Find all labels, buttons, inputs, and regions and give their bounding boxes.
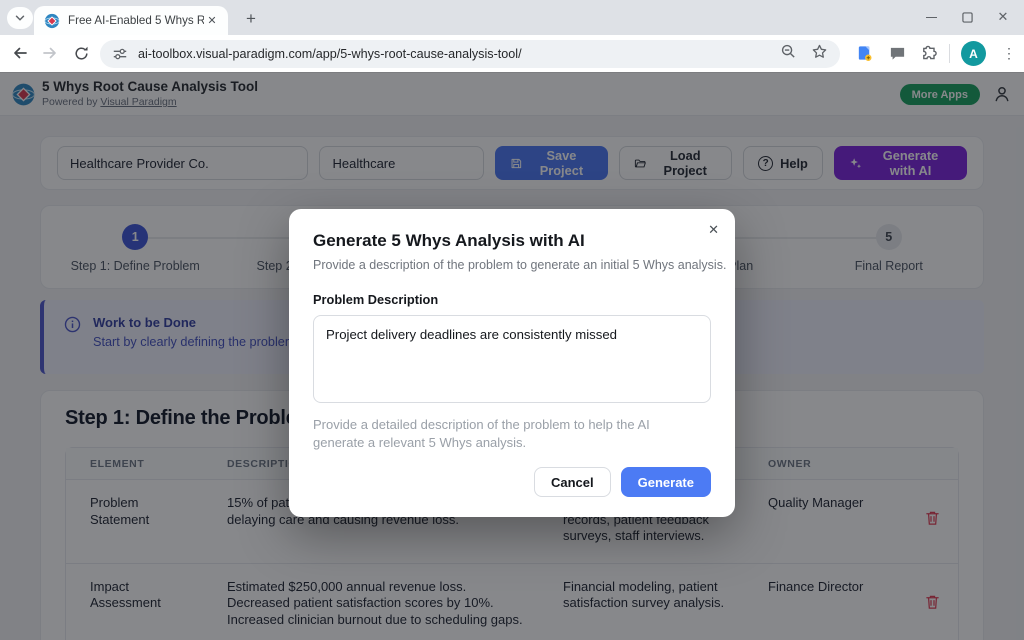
browser-tab[interactable]: Free AI-Enabled 5 Whys Root C ✕ (34, 6, 228, 35)
chevron-down-icon (13, 11, 27, 25)
window-maximize-button[interactable] (950, 0, 984, 34)
field-help-text: Provide a detailed description of the pr… (313, 416, 701, 452)
forward-arrow-icon (41, 44, 59, 62)
browser-navbar: ai-toolbox.visual-paradigm.com/app/5-why… (0, 35, 1024, 72)
dialog-close-button[interactable]: ✕ (708, 222, 719, 238)
profile-avatar[interactable]: A (961, 41, 986, 66)
generate-button[interactable]: Generate (621, 467, 711, 497)
cancel-button[interactable]: Cancel (534, 467, 611, 497)
back-button[interactable] (10, 43, 30, 63)
window-minimize-button[interactable] (914, 0, 948, 34)
new-tab-button[interactable]: + (240, 8, 262, 30)
browser-tab-strip: Free AI-Enabled 5 Whys Root C ✕ + ✕ (0, 0, 1024, 35)
star-icon (811, 43, 828, 60)
zoom-out-button[interactable] (780, 43, 797, 65)
dialog-footer: Cancel Generate (313, 467, 711, 497)
dialog-title: Generate 5 Whys Analysis with AI (313, 231, 711, 251)
reload-icon (73, 45, 90, 62)
site-settings-tune-icon (112, 46, 128, 62)
minimize-icon (926, 17, 937, 18)
back-arrow-icon (11, 44, 29, 62)
toolbar-divider (949, 44, 950, 63)
tab-close-icon[interactable]: ✕ (204, 13, 220, 29)
problem-description-label: Problem Description (313, 292, 711, 307)
bookmark-star-button[interactable] (811, 43, 828, 65)
problem-description-textarea[interactable]: Project delivery deadlines are consisten… (313, 315, 711, 403)
chat-bubble-icon (889, 45, 906, 62)
window-close-button[interactable]: ✕ (986, 0, 1020, 34)
browser-window: Free AI-Enabled 5 Whys Root C ✕ + ✕ ai-t… (0, 0, 1024, 640)
tab-title: Free AI-Enabled 5 Whys Root C (68, 14, 204, 27)
extensions-button[interactable] (921, 44, 939, 67)
url-text[interactable]: ai-toolbox.visual-paradigm.com/app/5-why… (138, 47, 780, 61)
maximize-icon (962, 12, 973, 23)
puzzle-piece-icon (921, 44, 939, 62)
zoom-out-icon (780, 43, 797, 60)
dialog-subtitle: Provide a description of the problem to … (313, 258, 711, 272)
extension-shortcut-button[interactable] (856, 45, 873, 67)
site-favicon (44, 13, 60, 29)
reload-button[interactable] (71, 43, 91, 63)
tab-search-button[interactable] (7, 7, 33, 29)
feedback-chat-button[interactable] (889, 45, 906, 67)
blue-doc-icon (856, 45, 873, 62)
generate-ai-dialog: ✕ Generate 5 Whys Analysis with AI Provi… (289, 209, 735, 517)
address-bar[interactable]: ai-toolbox.visual-paradigm.com/app/5-why… (100, 40, 840, 68)
forward-button[interactable] (40, 43, 60, 63)
browser-menu-button[interactable]: ⋮ (999, 42, 1019, 64)
